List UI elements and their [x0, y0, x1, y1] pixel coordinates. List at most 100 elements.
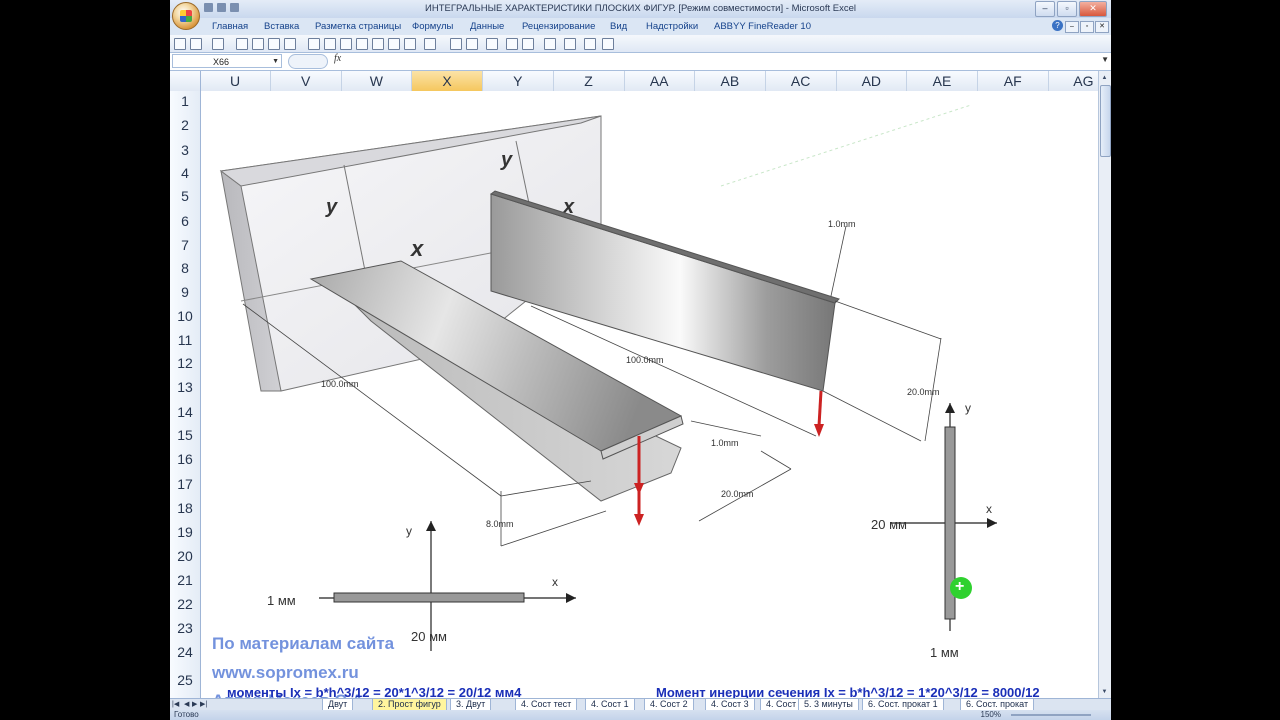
- tab-addins[interactable]: Надстройки: [646, 21, 698, 32]
- line-icon[interactable]: [340, 38, 352, 50]
- arrow-icon[interactable]: [324, 38, 336, 50]
- ribbon-close-icon[interactable]: ✕: [1095, 21, 1109, 33]
- picture-icon[interactable]: [404, 38, 416, 50]
- redo-icon[interactable]: [212, 38, 224, 50]
- 3d-icon[interactable]: [564, 38, 576, 50]
- tab-abbyy[interactable]: ABBYY FineReader 10: [714, 21, 811, 32]
- column-header[interactable]: W: [341, 71, 413, 91]
- undo-icon[interactable]: [190, 38, 202, 50]
- copy-icon[interactable]: [268, 38, 280, 50]
- force-arrowhead: [634, 514, 644, 526]
- maximize-button[interactable]: ▫: [1057, 1, 1077, 17]
- row-header[interactable]: 14: [170, 404, 200, 420]
- row-header[interactable]: 16: [170, 451, 200, 467]
- row-header[interactable]: 1: [170, 93, 200, 109]
- next-sheet-icon[interactable]: ▶: [192, 700, 197, 708]
- row-header[interactable]: 2: [170, 117, 200, 133]
- scroll-up-icon[interactable]: ▲: [1100, 73, 1109, 83]
- tab-insert[interactable]: Вставка: [264, 21, 299, 32]
- text-box-icon[interactable]: [372, 38, 384, 50]
- shadow-icon[interactable]: [544, 38, 556, 50]
- row-header[interactable]: 6: [170, 213, 200, 229]
- select-all-corner[interactable]: [170, 71, 201, 91]
- fill-icon[interactable]: [522, 38, 534, 50]
- expand-formula-bar-icon[interactable]: ▼: [1101, 55, 1109, 64]
- more-icon[interactable]: [602, 38, 614, 50]
- row-header[interactable]: 23: [170, 620, 200, 636]
- last-sheet-icon[interactable]: ▶|: [200, 700, 207, 708]
- row-header[interactable]: 4: [170, 165, 200, 181]
- scroll-down-icon[interactable]: ▼: [1100, 687, 1109, 697]
- tab-review[interactable]: Рецензирование: [522, 21, 595, 32]
- rectangle-icon[interactable]: [356, 38, 368, 50]
- row-header[interactable]: 15: [170, 427, 200, 443]
- row-header[interactable]: 12: [170, 355, 200, 371]
- vertical-scrollbar[interactable]: ▲ ▼: [1098, 71, 1111, 699]
- ribbon-minimize-icon[interactable]: –: [1065, 21, 1079, 33]
- align-icon[interactable]: [486, 38, 498, 50]
- name-box[interactable]: X66 ▼: [172, 54, 282, 68]
- chevron-down-icon[interactable]: ▼: [272, 55, 279, 69]
- column-header[interactable]: Z: [554, 71, 625, 91]
- zoom-level[interactable]: 150%: [981, 710, 1001, 719]
- help-icon[interactable]: ?: [1052, 20, 1063, 31]
- zoom-slider[interactable]: [1011, 714, 1091, 716]
- row-header[interactable]: 10: [170, 308, 200, 324]
- insert-function-button[interactable]: fx: [334, 53, 341, 64]
- row-header[interactable]: 8: [170, 260, 200, 276]
- select-objects-icon[interactable]: [308, 38, 320, 50]
- close-button[interactable]: ✕: [1079, 1, 1107, 17]
- row-header[interactable]: 19: [170, 524, 200, 540]
- row-header[interactable]: 20: [170, 548, 200, 564]
- column-header[interactable]: AC: [766, 71, 837, 91]
- section-right-axis-x: x: [986, 502, 992, 516]
- rotate-icon[interactable]: [584, 38, 596, 50]
- column-header[interactable]: AB: [695, 71, 766, 91]
- column-header[interactable]: V: [271, 71, 342, 91]
- row-header[interactable]: 13: [170, 379, 200, 395]
- ribbon-restore-icon[interactable]: ▫: [1080, 21, 1094, 33]
- scrollbar-thumb[interactable]: [1100, 85, 1111, 157]
- tab-page-layout[interactable]: Разметка страницы: [315, 21, 401, 32]
- column-header[interactable]: X: [412, 71, 484, 91]
- borders-icon[interactable]: [236, 38, 248, 50]
- row-header[interactable]: 11: [170, 332, 200, 348]
- frame-icon[interactable]: [506, 38, 518, 50]
- office-button[interactable]: [172, 2, 200, 30]
- column-header[interactable]: Y: [483, 71, 554, 91]
- tab-formulas[interactable]: Формулы: [412, 21, 453, 32]
- row-header[interactable]: 24: [170, 644, 200, 660]
- row-header[interactable]: 3: [170, 142, 200, 158]
- column-header[interactable]: AA: [624, 71, 696, 91]
- paste-icon[interactable]: [284, 38, 296, 50]
- section-right-height: 20 мм: [871, 517, 907, 532]
- column-header[interactable]: AF: [978, 71, 1049, 91]
- worksheet-grid[interactable]: y y x x 100.0mm 100.0mm 1.0mm 1.0mm 20.0…: [201, 91, 1099, 710]
- row-header[interactable]: 18: [170, 500, 200, 516]
- row-header[interactable]: 25: [170, 672, 200, 688]
- row-header[interactable]: 21: [170, 572, 200, 588]
- cut-icon[interactable]: [252, 38, 264, 50]
- save-icon[interactable]: [174, 38, 186, 50]
- brush-icon[interactable]: [424, 38, 436, 50]
- row-header[interactable]: 17: [170, 476, 200, 492]
- tab-view[interactable]: Вид: [610, 21, 627, 32]
- arrowhead-icon: [987, 518, 997, 528]
- tab-data[interactable]: Данные: [470, 21, 504, 32]
- row-header[interactable]: 9: [170, 284, 200, 300]
- row-header[interactable]: 5: [170, 188, 200, 204]
- symbol-icon[interactable]: [388, 38, 400, 50]
- tab-home[interactable]: Главная: [212, 21, 248, 32]
- prev-sheet-icon[interactable]: ◀: [184, 700, 189, 708]
- group-icon[interactable]: [466, 38, 478, 50]
- row-header[interactable]: 22: [170, 596, 200, 612]
- guide-line: [720, 104, 972, 187]
- shape-icon[interactable]: [450, 38, 462, 50]
- column-header[interactable]: U: [200, 71, 271, 91]
- formula-buttons[interactable]: [288, 54, 328, 69]
- column-header[interactable]: AD: [836, 71, 908, 91]
- first-sheet-icon[interactable]: |◀: [172, 700, 179, 708]
- column-header[interactable]: AE: [907, 71, 978, 91]
- minimize-button[interactable]: –: [1035, 1, 1055, 17]
- row-header[interactable]: 7: [170, 237, 200, 253]
